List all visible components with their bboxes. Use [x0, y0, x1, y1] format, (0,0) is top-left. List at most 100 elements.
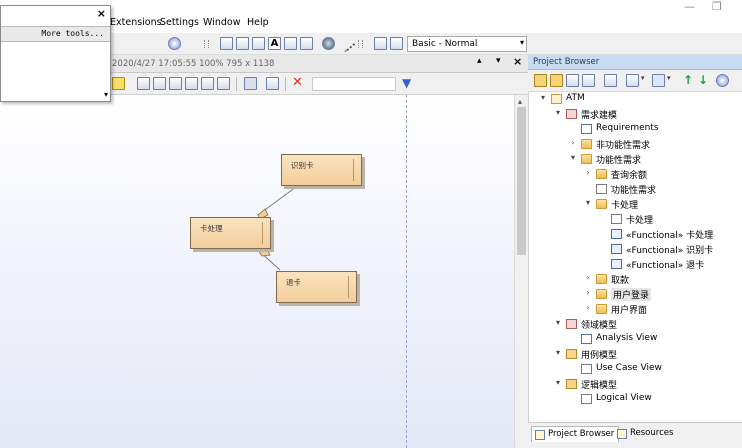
menu-window[interactable]: Window [203, 17, 240, 28]
project-browser-tab-icon [535, 430, 545, 440]
note-icon[interactable] [284, 37, 297, 50]
new-model-icon[interactable] [534, 74, 547, 87]
align-top-icon[interactable] [169, 77, 182, 90]
package-icon [566, 319, 577, 329]
requirement-icon [611, 244, 622, 254]
diagram-icon [581, 124, 592, 134]
expand-icon[interactable]: › [583, 168, 593, 177]
tab-project-browser[interactable]: Project Browser [531, 426, 620, 442]
restore-button[interactable]: ❐ [712, 0, 722, 13]
project-browser-tabs: Project Browser Resources [528, 422, 742, 448]
palette-icon[interactable] [322, 37, 335, 50]
menu-extensions[interactable]: Extensions [110, 17, 162, 28]
layout-tools-icon[interactable] [244, 77, 257, 90]
table-icon[interactable] [220, 37, 233, 50]
distribute-icon[interactable] [217, 77, 230, 90]
image-icon[interactable] [266, 77, 279, 90]
page-boundary-guide [406, 95, 407, 448]
tab-resources[interactable]: Resources [614, 426, 677, 442]
toolbar-grip[interactable] [203, 36, 209, 52]
scroll-up-arrow[interactable]: ▴ [518, 97, 522, 106]
expand-icon[interactable]: › [583, 303, 593, 312]
diagram-info: 2020/4/27 17:05:55 100% 795 x 1138 [112, 59, 275, 69]
diagram-node-identify-card[interactable]: 识别卡 [281, 154, 362, 186]
toolbar-grip-2[interactable] [357, 36, 363, 52]
expand-icon[interactable]: › [583, 273, 593, 282]
find-icon[interactable] [604, 74, 617, 87]
diagram-vertical-scrollbar[interactable]: ▴ [514, 95, 528, 448]
node-label: 识别卡 [291, 161, 314, 170]
diagram-icon [581, 364, 592, 374]
node-label: 卡处理 [200, 224, 223, 233]
align-left-icon[interactable] [137, 77, 150, 90]
close-diagram-button[interactable]: × [513, 55, 522, 68]
requirement-icon [611, 229, 622, 239]
package-icon [566, 379, 577, 389]
diagram-canvas[interactable]: 识别卡 卡处理 退卡 [0, 95, 514, 448]
main-toolbar: A [0, 33, 742, 55]
delete-icon[interactable]: ✕ [292, 76, 305, 90]
same-size-icon[interactable] [201, 77, 214, 90]
help-icon[interactable] [716, 74, 729, 87]
expand-icon[interactable]: › [568, 138, 578, 147]
diagram-filter-input[interactable] [312, 77, 396, 91]
layout-icon[interactable] [236, 37, 249, 50]
connector-icon[interactable] [337, 34, 356, 53]
more-tools-button[interactable]: More tools... [1, 26, 110, 42]
diagram-node-card-process[interactable]: 卡处理 [190, 217, 271, 249]
new-diagram-icon[interactable] [566, 74, 579, 87]
close-icon[interactable]: × [97, 7, 106, 20]
style-select-value: Basic - Normal [412, 39, 478, 49]
properties-icon[interactable] [652, 74, 665, 87]
expand-icon[interactable]: › [583, 288, 593, 297]
align-bottom-icon[interactable] [185, 77, 198, 90]
diagram-icon [581, 394, 592, 404]
project-browser-title: Project Browser [533, 57, 600, 67]
expand-icon[interactable]: ▾ [553, 108, 563, 117]
project-browser-title-bar: Project Browser [528, 55, 742, 70]
menu-bar: Extensions Settings Window Help — ❐ [0, 0, 742, 33]
expand-icon[interactable]: ▾ [553, 378, 563, 387]
window-icon[interactable] [390, 37, 403, 50]
diagram-icon[interactable] [374, 37, 387, 50]
node-label: 退卡 [286, 278, 301, 287]
diagram-node-return-card[interactable]: 退卡 [276, 271, 357, 303]
expand-icon[interactable]: ▾ [583, 198, 593, 207]
move-down-icon[interactable]: ↓ [698, 74, 711, 87]
package-icon [566, 109, 577, 119]
view-icon[interactable] [168, 37, 181, 50]
package-icon [566, 349, 577, 359]
chevron-down-icon[interactable]: ▾ [104, 90, 108, 99]
expand-icon[interactable]: ▾ [553, 348, 563, 357]
new-package-icon[interactable] [550, 74, 563, 87]
align-center-icon[interactable] [153, 77, 166, 90]
minimize-button[interactable]: — [684, 0, 695, 13]
folder-icon [596, 169, 607, 179]
style-select[interactable]: Basic - Normal ▾ [407, 36, 527, 52]
diagram-icon [611, 214, 622, 224]
filter-icon[interactable]: ▼ [402, 77, 415, 90]
model-icon [551, 94, 562, 104]
connector-lines [257, 186, 297, 271]
list-icon[interactable] [300, 37, 313, 50]
diagram-icon [596, 184, 607, 194]
page-icon[interactable] [252, 37, 265, 50]
menu-help[interactable]: Help [247, 17, 269, 28]
expand-icon[interactable]: ▾ [568, 153, 578, 162]
chevron-down-icon: ▾ [519, 38, 524, 47]
scrollbar-thumb[interactable] [517, 107, 526, 255]
new-element-icon[interactable] [582, 74, 595, 87]
scroll-up-control[interactable]: ▴ [477, 56, 482, 66]
expand-icon[interactable]: ▾ [553, 318, 563, 327]
move-up-icon[interactable]: ↑ [683, 74, 696, 87]
expand-icon[interactable]: ▾ [538, 93, 548, 102]
menu-settings[interactable]: Settings [160, 17, 199, 28]
text-icon[interactable]: A [268, 37, 281, 50]
folder-icon [596, 199, 607, 209]
edit-icon[interactable] [626, 74, 639, 87]
scroll-down-control[interactable]: ▾ [496, 56, 501, 66]
toolbox-panel: × More tools... ▾ [0, 5, 111, 102]
diagram-icon [581, 334, 592, 344]
requirement-icon [611, 259, 622, 269]
pencil-icon[interactable] [112, 77, 125, 90]
